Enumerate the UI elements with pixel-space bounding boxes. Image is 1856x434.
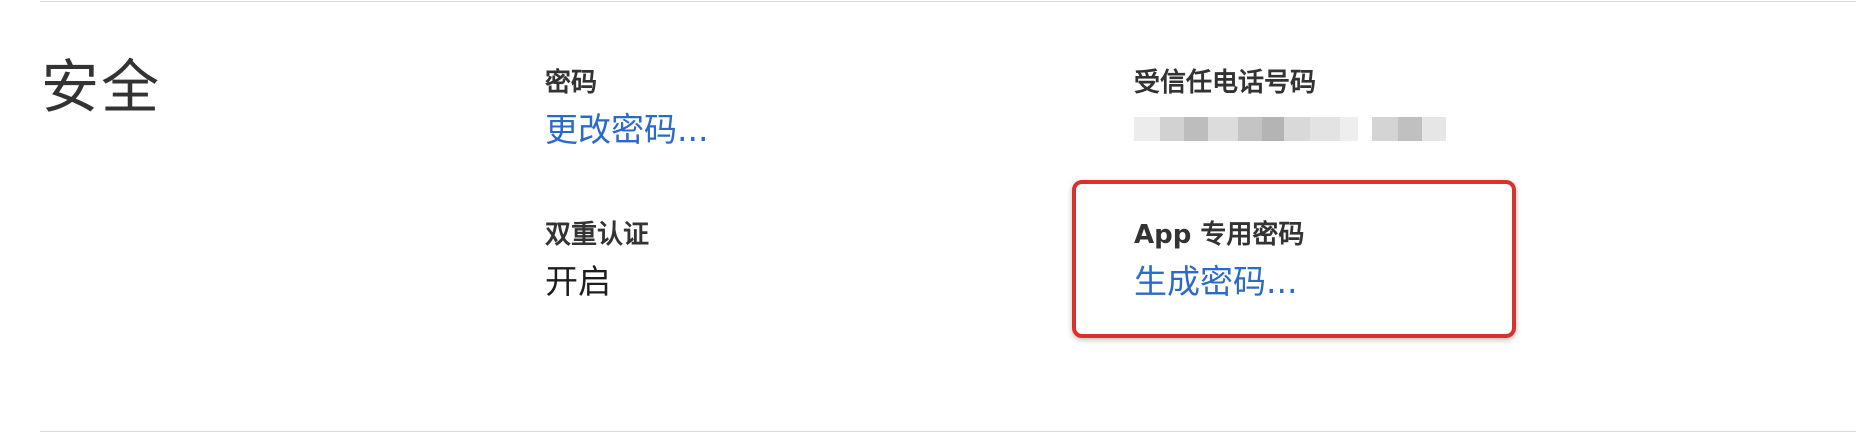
- section-title: 安全: [41, 53, 162, 121]
- top-divider: [40, 1, 1856, 2]
- two-factor-status: 开启: [545, 262, 611, 301]
- security-settings-page: 安全 密码 更改密码... 双重认证 开启 受信任电话号码 App 专用密码 生…: [0, 0, 1856, 434]
- trusted-phone-label: 受信任电话号码: [1134, 68, 1317, 98]
- bottom-divider: [40, 431, 1856, 432]
- two-factor-label: 双重认证: [545, 220, 650, 250]
- change-password-link[interactable]: 更改密码...: [545, 113, 708, 146]
- trusted-phone-field: 受信任电话号码: [1134, 70, 1446, 141]
- two-factor-field: 双重认证 开启: [545, 222, 649, 298]
- password-label: 密码: [545, 68, 598, 98]
- highlight-annotation-box: [1072, 180, 1516, 338]
- password-field: 密码 更改密码...: [545, 70, 708, 146]
- trusted-phone-number-blurred: [1134, 117, 1446, 141]
